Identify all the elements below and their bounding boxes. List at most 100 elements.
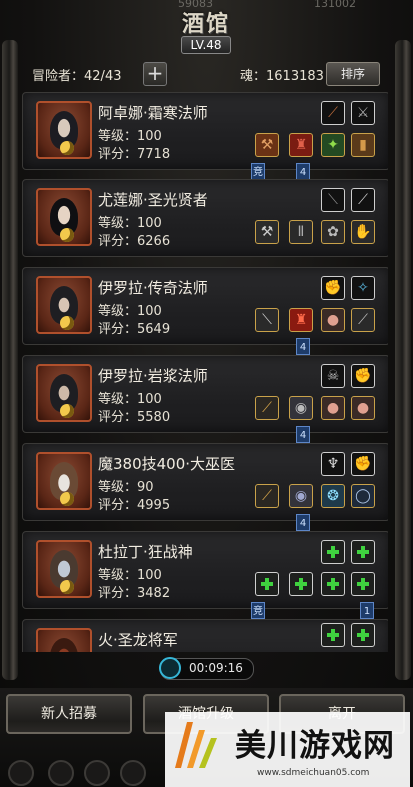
rake-icon[interactable]: ⟋ (351, 308, 375, 332)
hero-score: 评分：6266 (98, 230, 170, 249)
add-accessory-icon[interactable] (351, 572, 375, 596)
robe-icon[interactable]: ♜ (289, 308, 313, 332)
hero-level: 等级：100 (98, 388, 162, 407)
add-skill-icon[interactable] (321, 623, 345, 647)
score-label: 评分： (98, 147, 138, 162)
sword-icon[interactable]: ⟋ (351, 188, 375, 212)
fist-icon[interactable]: ✊ (321, 276, 345, 300)
skull-icon[interactable]: ☠ (321, 364, 345, 388)
totem-icon[interactable]: ♆ (321, 452, 345, 476)
hero-portrait[interactable] (36, 276, 92, 334)
timer-text: 00:09:16 (189, 661, 243, 675)
moon-icon (60, 316, 74, 330)
round-icon[interactable] (84, 760, 110, 786)
level-label: 等级： (98, 129, 138, 144)
level-label: 等级： (98, 216, 138, 231)
adventurer-value: 42/43 (84, 69, 122, 84)
score-label: 评分： (98, 234, 138, 249)
orb-icon[interactable]: ● (321, 396, 345, 420)
fist-icon[interactable]: ✊ (351, 364, 375, 388)
timer-ring-icon (159, 657, 181, 679)
soul-label: 魂： (240, 69, 267, 84)
hero-score: 评分：5649 (98, 318, 170, 337)
level-value: 100 (137, 568, 162, 583)
ring-icon[interactable]: ◯ (351, 484, 375, 508)
watermark-text: 美川游戏网 (235, 728, 395, 764)
hero-name: 伊罗拉·岩浆法师 (98, 367, 208, 385)
score-label: 评分： (98, 410, 138, 425)
level-label: 等级： (98, 568, 138, 583)
orb-icon[interactable]: ● (351, 396, 375, 420)
glove-icon[interactable]: ✋ (351, 220, 375, 244)
hero-portrait[interactable] (36, 452, 92, 510)
hero-card[interactable]: 阿卓娜·霜寒法师 等级：100 评分：7718 ⟋ ⚔ ⚒ ♜ ✦ ▮ (22, 92, 388, 170)
wand-icon[interactable]: ⟍ (255, 308, 279, 332)
timer-display: 00:09:16 (159, 657, 254, 680)
hero-list[interactable]: 阿卓娜·霜寒法师 等级：100 评分：7718 ⟋ ⚔ ⚒ ♜ ✦ ▮ 竞 4 … (22, 92, 388, 652)
frame-left-edge (2, 40, 18, 680)
level-value: 100 (137, 304, 162, 319)
sort-button[interactable]: 排序 (326, 62, 380, 86)
fist-icon[interactable]: ✊ (351, 452, 375, 476)
score-label: 评分： (98, 322, 138, 337)
hero-card[interactable]: 伊罗拉·岩浆法师 等级：100 评分：5580 ☠ ✊ ⟋ ◉ ● ● (22, 355, 388, 433)
mace-icon[interactable]: ⚒ (255, 220, 279, 244)
recruit-button[interactable]: 新人招募 (6, 694, 132, 734)
hero-portrait[interactable] (36, 188, 92, 246)
round-icon[interactable] (120, 760, 146, 786)
soul-count: 魂：1613183 (240, 65, 324, 84)
add-adventurer-button[interactable]: + (143, 62, 167, 86)
tag-count: 4 (296, 163, 310, 180)
hero-card[interactable]: 魔380技400·大巫医 等级：90 评分：4995 ♆ ✊ ⟋ ◉ ❂ ◯ (22, 443, 388, 521)
orb-icon[interactable]: ● (321, 308, 345, 332)
hero-card[interactable]: 火·圣龙将军 (22, 619, 388, 652)
amulet-icon[interactable]: ✦ (321, 133, 345, 157)
watermark: 美川游戏网 www.sdmeichuan05.com (165, 712, 410, 787)
score-label: 评分： (98, 498, 138, 513)
round-icon[interactable] (8, 760, 34, 786)
add-armor-icon[interactable] (289, 572, 313, 596)
hero-level: 等级：100 (98, 125, 162, 144)
add-skill-icon[interactable] (351, 623, 375, 647)
hero-card[interactable]: 杜拉丁·狂战神 等级：100 评分：3482 (22, 531, 388, 609)
helmet-icon[interactable]: ✿ (321, 220, 345, 244)
hero-score: 评分：3482 (98, 582, 170, 601)
armor-icon[interactable]: Ⅱ (289, 220, 313, 244)
stats-row: 冒险者：42/43 + 魂：1613183 排序 (30, 62, 382, 86)
hero-portrait[interactable] (36, 364, 92, 422)
armor-icon[interactable]: ♜ (289, 133, 313, 157)
score-value: 5649 (137, 322, 171, 337)
pauldron-icon[interactable]: ◉ (289, 396, 313, 420)
hero-portrait[interactable] (36, 628, 92, 652)
hero-portrait[interactable] (36, 101, 92, 159)
add-skill-icon[interactable] (321, 540, 345, 564)
score-value: 4995 (137, 498, 171, 513)
dagger-icon[interactable]: ⟍ (321, 188, 345, 212)
hero-card[interactable]: 伊罗拉·传奇法师 等级：100 评分：5649 ✊ ✧ ⟍ ♜ ● ⟋ (22, 267, 388, 345)
rod-icon[interactable]: ⟋ (255, 484, 279, 508)
sword-icon[interactable]: ⚔ (351, 101, 375, 125)
gem-icon[interactable]: ❂ (321, 484, 345, 508)
level-value: 100 (137, 216, 162, 231)
tag-count: 4 (296, 338, 310, 355)
hammer-icon[interactable]: ⚒ (255, 133, 279, 157)
add-weapon-icon[interactable] (255, 572, 279, 596)
score-value: 3482 (137, 586, 171, 601)
round-icon[interactable] (48, 760, 74, 786)
pauldron-icon[interactable]: ◉ (289, 484, 313, 508)
add-skill-icon[interactable] (351, 540, 375, 564)
hero-score: 评分：7718 (98, 143, 170, 162)
hero-level: 等级：100 (98, 300, 162, 319)
hero-card[interactable]: 尤莲娜·圣光贤者 等级：100 评分：6266 ⟍ ⟋ ⚒ Ⅱ ✿ ✋ (22, 179, 388, 257)
hero-portrait[interactable] (36, 540, 92, 598)
hero-score: 评分：5580 (98, 406, 170, 425)
tag-competitive: 竞 (251, 163, 265, 180)
watermark-url: www.sdmeichuan05.com (257, 768, 370, 778)
aura-icon[interactable]: ✧ (351, 276, 375, 300)
level-value: 100 (137, 129, 162, 144)
boots-icon[interactable]: ▮ (351, 133, 375, 157)
rod-icon[interactable]: ⟋ (255, 396, 279, 420)
add-accessory-icon[interactable] (321, 572, 345, 596)
staff-icon[interactable]: ⟋ (321, 101, 345, 125)
hero-level: 等级：100 (98, 564, 162, 583)
